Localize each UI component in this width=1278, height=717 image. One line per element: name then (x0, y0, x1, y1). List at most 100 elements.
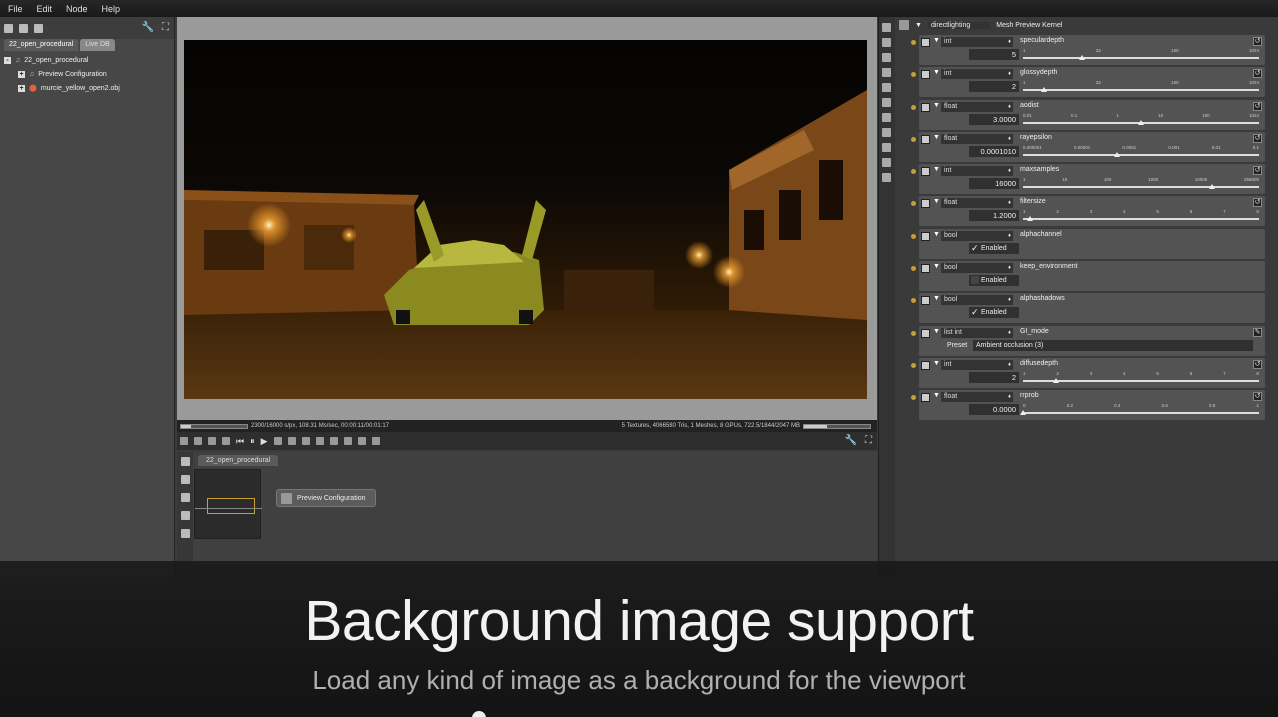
zoom-icon[interactable] (329, 437, 338, 445)
param-type-select[interactable]: bool (941, 230, 1013, 241)
inspector-icon[interactable] (882, 23, 891, 32)
param-type-select[interactable]: float (941, 101, 1013, 112)
render-viewport[interactable] (177, 17, 877, 420)
pick-icon[interactable] (343, 437, 352, 445)
collapse-triangle-icon[interactable]: ▼ (933, 392, 940, 399)
preset-select[interactable]: Ambient occlusion (3) (973, 339, 1253, 351)
menu-help[interactable]: Help (102, 4, 121, 14)
node-tool-icon[interactable] (882, 38, 891, 47)
slider-thumb[interactable] (1053, 377, 1060, 383)
graph-tool-icon[interactable] (181, 493, 190, 502)
param-toggle-icon[interactable] (921, 167, 930, 177)
slider-thumb[interactable] (1138, 119, 1144, 125)
param-pin-icon[interactable] (911, 266, 916, 272)
param-toggle-icon[interactable] (921, 199, 930, 209)
reset-icon[interactable]: ↺ (1253, 392, 1262, 402)
node-tool-icon[interactable] (882, 143, 891, 152)
collapse-triangle-icon[interactable]: ▼ (933, 231, 940, 238)
param-type-select[interactable]: list int (941, 327, 1013, 338)
param-toggle-icon[interactable] (921, 38, 930, 47)
node-tool-icon[interactable] (882, 113, 891, 122)
list-icon[interactable] (34, 23, 43, 33)
region-icon[interactable] (287, 437, 296, 445)
graph-node-preview-config[interactable]: Preview Configuration (276, 489, 376, 507)
param-value-input[interactable]: 2 (969, 81, 1019, 93)
slider-thumb[interactable] (1208, 184, 1215, 190)
param-type-select[interactable]: float (941, 133, 1013, 144)
param-slider[interactable]: 0 0.2 0.4 0.6 0.8 1 (1020, 403, 1259, 417)
param-slider[interactable]: 1 2 3 4 5 6 7 8 (1023, 371, 1259, 385)
param-slider[interactable]: 0.000001 0.00001 0.0001 0.001 0.01 0.1 (1023, 145, 1259, 159)
param-pin-icon[interactable] (911, 136, 916, 142)
node-tool-icon[interactable] (882, 173, 891, 182)
param-pin-icon[interactable] (911, 201, 916, 207)
param-toggle-icon[interactable] (921, 231, 930, 241)
wrench-icon[interactable]: 🔧 (142, 22, 154, 33)
param-pin-icon[interactable] (911, 330, 916, 336)
param-value-input[interactable]: 0.0001010 (969, 145, 1019, 157)
param-toggle-icon[interactable] (921, 264, 930, 274)
param-value-input[interactable]: 2 (969, 371, 1019, 383)
reset-icon[interactable]: ↺ (1253, 166, 1262, 176)
param-slider[interactable]: 1 10 100 1000 10000 256000 (1023, 177, 1259, 191)
camera-icon[interactable] (208, 437, 216, 445)
param-pin-icon[interactable] (911, 298, 916, 304)
menu-node[interactable]: Node (66, 4, 88, 14)
pause-icon[interactable]: ⏸ (250, 436, 255, 447)
node-graph-editor[interactable]: 22_open_procedural Preview Configuration (177, 452, 877, 567)
wrench-icon[interactable]: 🔧 (845, 435, 857, 446)
node-tool-icon[interactable] (882, 68, 891, 77)
param-slider[interactable]: 1 2 3 4 5 6 7 8 (1023, 209, 1259, 223)
node-tool-icon[interactable] (882, 53, 891, 62)
param-value-input[interactable]: 1.2000 (969, 210, 1019, 222)
param-pin-icon[interactable] (911, 233, 916, 239)
restart-icon[interactable]: ⏮ (236, 436, 244, 447)
tree-item-mesh[interactable]: + ⬤ murcie_yellow_open2.obj (4, 81, 170, 95)
slider-thumb[interactable] (1079, 55, 1085, 60)
expand-tree-icon[interactable] (4, 23, 13, 33)
param-toggle-icon[interactable] (921, 393, 930, 403)
collapse-triangle-icon[interactable]: ▼ (933, 37, 940, 44)
node-tool-icon[interactable] (882, 128, 891, 137)
param-pin-icon[interactable] (911, 40, 916, 45)
slider-thumb[interactable] (1020, 410, 1026, 416)
param-value-input[interactable]: 5 (969, 49, 1019, 60)
param-checkbox[interactable]: Enabled (969, 275, 1019, 287)
expand-icon[interactable]: + (18, 84, 25, 92)
collapse-triangle-icon[interactable]: ▼ (933, 102, 940, 109)
slider-thumb[interactable] (1114, 151, 1121, 157)
param-type-select[interactable]: bool (941, 295, 1013, 306)
param-toggle-icon[interactable] (921, 296, 930, 306)
param-value-input[interactable]: 16000 (969, 178, 1019, 190)
param-toggle-icon[interactable] (921, 102, 930, 112)
reset-icon[interactable]: ↺ (1253, 37, 1262, 46)
tab-live-db[interactable]: Live DB (80, 39, 115, 51)
param-type-select[interactable]: bool (941, 263, 1013, 274)
param-pin-icon[interactable] (911, 104, 916, 110)
param-type-select[interactable]: int (941, 166, 1013, 177)
param-toggle-icon[interactable] (921, 328, 930, 338)
node-tool-icon[interactable] (882, 83, 891, 92)
reset-icon[interactable]: ↺ (1253, 133, 1262, 143)
slider-thumb[interactable] (1041, 87, 1048, 93)
node-tool-icon[interactable] (882, 158, 891, 167)
param-type-select[interactable]: int (941, 359, 1013, 370)
tree-item-root[interactable]: - ♫ 22_open_procedural (4, 53, 170, 67)
reset-icon[interactable]: ↺ (1253, 69, 1262, 79)
graph-navigator[interactable] (194, 469, 262, 539)
reset-icon[interactable]: ↺ (1253, 359, 1262, 369)
param-slider[interactable]: 1 32 100 1024 (1023, 48, 1259, 62)
collapse-triangle-icon[interactable]: ▼ (933, 263, 940, 270)
play-icon[interactable]: ▶ (261, 436, 268, 447)
reset-icon[interactable]: ↺ (1253, 198, 1262, 208)
collapse-triangle-icon[interactable]: ▼ (933, 69, 940, 76)
kernel-icon[interactable] (194, 437, 202, 445)
param-type-select[interactable]: int (941, 37, 1013, 47)
param-slider[interactable]: 0.01 0.1 1 10 100 1024 (1023, 113, 1259, 127)
rotate-icon[interactable] (315, 437, 324, 445)
slider-thumb[interactable] (1027, 216, 1034, 222)
material-icon[interactable] (222, 437, 230, 445)
menu-file[interactable]: File (8, 4, 23, 14)
param-slider[interactable]: 1 32 100 1024 (1023, 80, 1259, 94)
param-toggle-icon[interactable] (921, 360, 930, 370)
